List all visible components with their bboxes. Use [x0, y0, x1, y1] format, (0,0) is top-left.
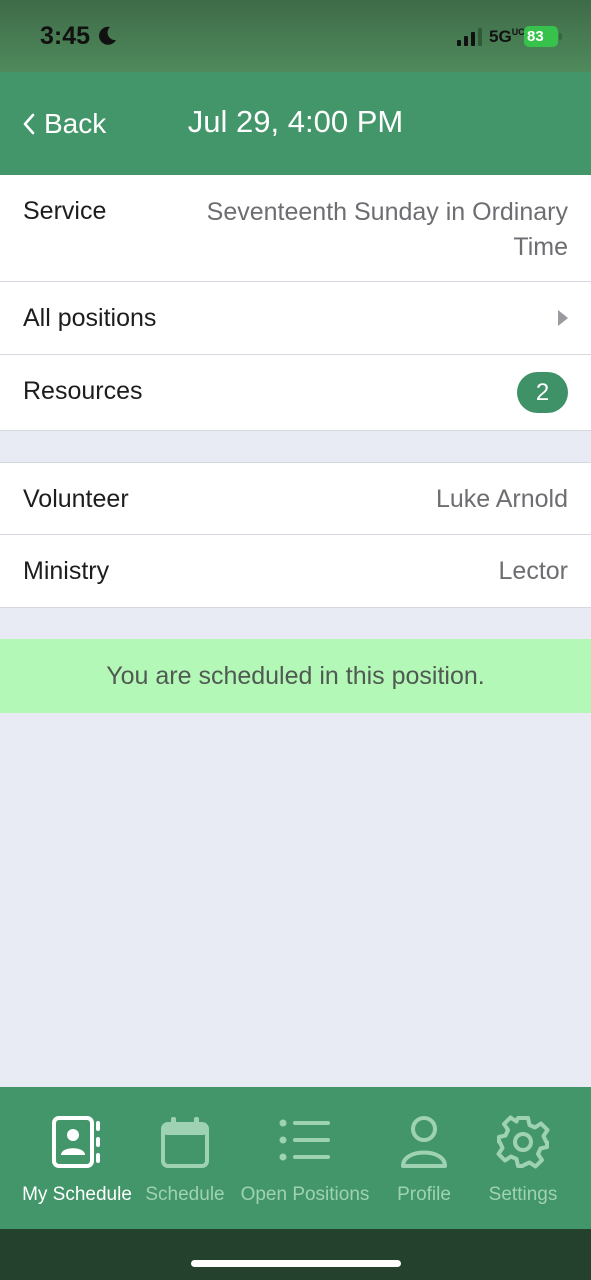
back-button[interactable]: Back: [22, 106, 106, 142]
moon-icon: [99, 26, 116, 45]
volunteer-label: Volunteer: [23, 485, 129, 513]
volunteer-row: Volunteer Luke Arnold: [0, 462, 591, 535]
tab-label: Open Positions: [240, 1184, 370, 1205]
back-label: Back: [44, 108, 107, 139]
service-value: Seventeenth Sunday in Ordinary Time: [206, 198, 568, 261]
home-indicator[interactable]: [191, 1260, 401, 1267]
tab-profile[interactable]: Profile: [380, 1087, 468, 1229]
battery-indicator: 83: [524, 26, 562, 47]
tab-my-schedule[interactable]: My Schedule: [14, 1087, 140, 1229]
battery-level: 83: [524, 26, 558, 47]
tab-label: Schedule: [145, 1184, 225, 1205]
ministry-value: Lector: [498, 557, 568, 585]
disclosure-triangle-icon: [558, 310, 568, 326]
gear-icon: [496, 1115, 550, 1169]
service-label: Service: [23, 197, 107, 225]
network-type: 5G: [489, 27, 512, 46]
tab-bar: My Schedule Schedule Open Positions Prof…: [0, 1087, 591, 1229]
all-positions-label: All positions: [23, 304, 157, 332]
tab-schedule[interactable]: Schedule: [140, 1087, 230, 1229]
tab-open-positions[interactable]: Open Positions: [232, 1087, 378, 1229]
tab-label: Settings: [488, 1184, 558, 1205]
calendar-icon: [161, 1117, 209, 1168]
tab-settings[interactable]: Settings: [474, 1087, 572, 1229]
list-icon: [279, 1119, 330, 1161]
ministry-row: Ministry Lector: [0, 535, 591, 608]
chevron-left-icon: [23, 113, 35, 135]
network-super: UC: [511, 27, 525, 37]
battery-tip: [559, 33, 562, 40]
tab-label: My Schedule: [22, 1184, 132, 1205]
nav-bar: Jul 29, 4:00 PM Back: [0, 72, 591, 175]
all-positions-row[interactable]: All positions: [0, 282, 591, 355]
resources-row[interactable]: Resources 2: [0, 355, 591, 431]
volunteer-value: Luke Arnold: [435, 485, 568, 513]
network-label: 5GUC: [489, 27, 525, 47]
scheduled-banner: You are scheduled in this position.: [0, 639, 591, 713]
status-bar: 3:45 5GUC 83: [0, 0, 591, 72]
resources-label: Resources: [23, 377, 143, 405]
home-indicator-area: [0, 1229, 591, 1280]
resources-count-badge: 2: [517, 372, 568, 413]
signal-icon: [457, 28, 482, 46]
contact-book-icon: [52, 1116, 100, 1168]
status-time: 3:45: [40, 22, 91, 50]
person-icon: [401, 1116, 447, 1168]
ministry-label: Ministry: [23, 557, 110, 585]
service-row: Service Seventeenth Sunday in Ordinary T…: [0, 175, 591, 282]
battery-percent: 83: [527, 28, 544, 45]
screen: 3:45 5GUC 83 Jul 29, 4:00 PM Back Servic…: [0, 0, 591, 1280]
tab-label: Profile: [397, 1184, 451, 1205]
